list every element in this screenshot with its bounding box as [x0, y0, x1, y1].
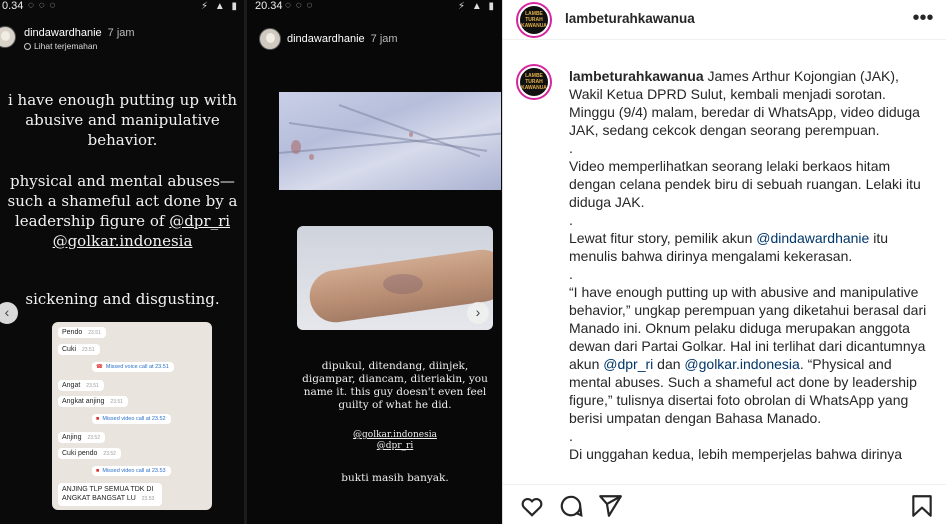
globe-icon	[24, 43, 31, 50]
comment-icon[interactable]	[558, 493, 584, 519]
story-avatar	[259, 28, 281, 50]
story-mention-golkar: @golkar.indonesia	[52, 232, 193, 250]
story-text-2: physical and mental abuses— such a shame…	[0, 171, 245, 251]
account-username[interactable]: lambeturahkawanua	[565, 11, 695, 26]
story2-mention-dpr: @dpr_ri	[376, 441, 414, 451]
avatar-logo-text: LAMBE TURAH KAWANUA	[521, 73, 547, 91]
story-user: dindawardhanie 7 jam	[24, 27, 135, 39]
post-header: LAMBE TURAH KAWANUA lambeturahkawanua ••…	[503, 0, 946, 40]
caption-dot: .	[569, 428, 573, 444]
bedsheet-photo	[279, 92, 501, 190]
story-text-1: i have enough putting up with abusive an…	[7, 91, 238, 149]
chat-message: Pendo 23.51	[58, 327, 106, 338]
caption-text: lambeturahkawanua James Arthur Kojongian…	[569, 67, 931, 463]
story-header: dindawardhanie 7 jam	[247, 26, 502, 52]
story2-mention-golkar: @golkar.indonesia	[353, 430, 437, 440]
story2-text-1: dipukul, ditendang, diinjek, digampar, d…	[302, 360, 488, 411]
chat-missed-call: Missed video call at 23.53	[92, 466, 171, 476]
heart-icon[interactable]	[519, 493, 545, 519]
whatsapp-chat-screenshot: Pendo23.51 Cuki23.51 Missed voice call a…	[52, 322, 212, 510]
caption-paragraph-4: “I have enough putting up with abusive a…	[569, 284, 927, 426]
chat-missed-call: Missed voice call at 23.51	[92, 362, 174, 372]
story-user: dindawardhanie 7 jam	[287, 33, 398, 45]
status-icons: ⚡ ▲ ▮	[201, 1, 239, 12]
status-time: 0.34	[2, 0, 24, 12]
chat-message: ANJING TLP SEMUA TDK DI ANGKAT BANGSAT L…	[58, 483, 162, 506]
status-app-icons: ◌ ◌ ◌	[285, 0, 314, 11]
account-avatar[interactable]: LAMBE TURAH KAWANUA	[518, 4, 550, 36]
chat-message: Cuki pendo 23.52	[58, 448, 121, 459]
bruised-arm-photo	[297, 226, 493, 330]
caption-paragraph-2: Video memperlihatkan seorang lelaki berk…	[569, 158, 921, 210]
mention-dindawardhanie[interactable]: @dindawardhanie	[756, 230, 869, 246]
story2-mentions: @golkar.indonesia @dpr_ri	[300, 430, 490, 452]
status-time: 20.34	[255, 0, 283, 12]
bookmark-icon[interactable]	[909, 493, 935, 519]
chat-message: Cuki 23.51	[58, 344, 100, 355]
status-bar: 0.34 ◌ ◌ ◌ ⚡ ▲ ▮	[0, 0, 245, 14]
story-avatar	[0, 26, 16, 48]
chevron-right-icon[interactable]: ›	[467, 302, 489, 324]
post-detail-panel: LAMBE TURAH KAWANUA lambeturahkawanua ••…	[502, 0, 946, 524]
post-media[interactable]: 0.34 ◌ ◌ ◌ ⚡ ▲ ▮ dindawardhanie 7 jam Lih…	[0, 0, 502, 524]
caption-dot: .	[569, 140, 573, 156]
story-time: 7 jam	[370, 33, 398, 45]
post-actions-bar	[503, 484, 946, 524]
mention-golkar-indonesia[interactable]: @golkar.indonesia	[684, 356, 799, 372]
caption-paragraph-5: Di unggahan kedua, lebih memperjelas bah…	[569, 446, 903, 462]
chat-message: Angat 23.51	[58, 380, 104, 391]
translate-label: Lihat terjemahan	[34, 41, 98, 51]
share-icon[interactable]	[597, 493, 623, 519]
caption-dot: .	[569, 212, 573, 228]
caption-paragraph-3: Lewat fitur story, pemilik akun @dindawa…	[569, 230, 889, 264]
story-text-3: sickening and disgusting.	[25, 290, 220, 308]
caption-avatar[interactable]: LAMBE TURAH KAWANUA	[518, 66, 550, 98]
story-time: 7 jam	[107, 27, 135, 39]
chat-message: Angkat anjing 23.51	[58, 396, 128, 407]
story-screenshot-right: 20.34 ◌ ◌ ◌ ⚡ ▲ ▮ dindawardhanie 7 jam di…	[247, 0, 502, 524]
story-header: dindawardhanie 7 jam Lihat terjemahan	[0, 26, 245, 52]
chat-message: Anjing 23.52	[58, 432, 105, 443]
post-caption: LAMBE TURAH KAWANUA lambeturahkawanua Ja…	[503, 41, 946, 484]
mention-dpr-ri[interactable]: @dpr_ri	[603, 356, 653, 372]
caption-dot: .	[569, 266, 573, 282]
story-mention-dpr: @dpr_ri	[169, 212, 231, 230]
more-options-icon[interactable]: •••	[911, 8, 935, 32]
status-bar: 20.34 ◌ ◌ ◌ ⚡ ▲ ▮	[247, 0, 502, 14]
status-app-icons: ◌ ◌ ◌	[28, 0, 57, 11]
story2-text-2: bukti masih banyak.	[341, 472, 449, 484]
story-username: dindawardhanie	[24, 27, 102, 39]
status-icons: ⚡ ▲ ▮	[458, 1, 496, 12]
caption-username[interactable]: lambeturahkawanua	[569, 68, 704, 84]
chat-missed-call: Missed video call at 23.52	[92, 414, 171, 424]
translate-link: Lihat terjemahan	[24, 41, 97, 51]
story-username: dindawardhanie	[287, 33, 365, 45]
avatar-logo-text: LAMBE TURAH KAWANUA	[521, 11, 547, 29]
story-screenshot-left: 0.34 ◌ ◌ ◌ ⚡ ▲ ▮ dindawardhanie 7 jam Lih…	[0, 0, 245, 524]
